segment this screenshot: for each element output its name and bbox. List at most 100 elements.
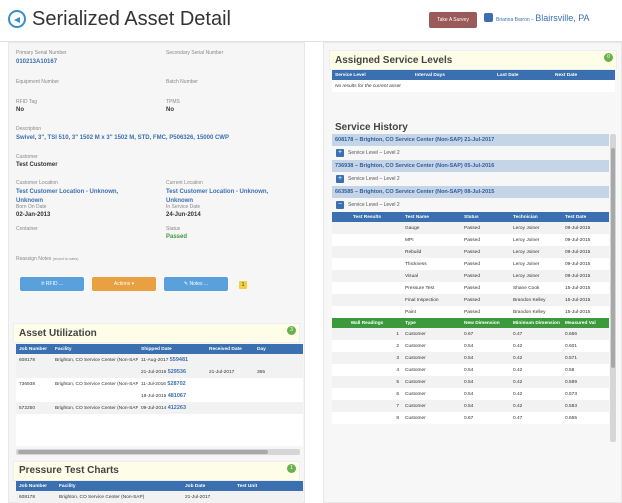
shipment-link[interactable]: 528702 bbox=[167, 381, 185, 387]
col-job-number[interactable]: Job Number bbox=[16, 481, 56, 491]
scrollbar-thumb[interactable] bbox=[18, 450, 268, 454]
cell-measured-value: 0.58 bbox=[562, 364, 609, 376]
cell-facility: Brighton, CO Service Center (Non-SAP) bbox=[52, 402, 138, 414]
in-service-value: 24-Jun-2014 bbox=[166, 212, 201, 218]
table-row: 18-Jul-2015 481067 bbox=[16, 390, 303, 402]
service-level-text: Service Level – Level 2 bbox=[348, 202, 400, 208]
rfid-button[interactable]: ℗ RFID ... bbox=[20, 277, 84, 291]
col-days[interactable]: Day bbox=[254, 344, 303, 354]
col-test-unit[interactable]: Test Unit bbox=[234, 481, 303, 491]
cell-days: 365 bbox=[254, 366, 303, 378]
col-new-dimension[interactable]: New Dimension bbox=[461, 318, 510, 328]
cell-test-name: Final Inspection bbox=[402, 294, 461, 306]
col-facility[interactable]: Facility bbox=[56, 481, 182, 491]
user-menu[interactable]: Brianna Barron – Blairsville, PA bbox=[484, 13, 590, 23]
col-service-level[interactable]: Service Level bbox=[332, 70, 412, 80]
col-received-date[interactable]: Received Date bbox=[206, 344, 254, 354]
secondary-serial-label: Secondary Serial Number bbox=[166, 50, 224, 56]
shipment-link[interactable]: 412263 bbox=[168, 405, 186, 411]
col-interval-days[interactable]: Interval Days bbox=[412, 70, 494, 80]
wall-reading-row: 2 Customer 0.54 0.42 0.601 bbox=[332, 340, 609, 352]
cell-shipped: 11-Aug-2017 559481 bbox=[138, 354, 206, 366]
service-levels-table-wrap: Service Level Interval Days Last Date Ne… bbox=[332, 70, 615, 92]
col-wall-readings[interactable]: Wall Readings bbox=[332, 318, 402, 328]
wall-readings-table: Wall Readings Type New Dimension Minimum… bbox=[332, 318, 609, 424]
cell-test-date: 15-Jul-2015 bbox=[562, 294, 609, 306]
back-arrow-icon[interactable] bbox=[8, 10, 26, 28]
cell-status: Passed bbox=[461, 282, 510, 294]
history-group-header[interactable]: 736938 – Brighton, CO Service Center (No… bbox=[332, 160, 609, 172]
cell-reading-number: 1 bbox=[332, 328, 402, 340]
cell-measured-value: 0.655 bbox=[562, 412, 609, 424]
col-test-name[interactable]: Test Name bbox=[402, 212, 461, 222]
col-minimum-dimension[interactable]: Minimum Dimension bbox=[510, 318, 562, 328]
user-name: Brianna Barron bbox=[496, 17, 530, 23]
test-row: Final Inspection Passed Brandon Kelley 15-J… bbox=[332, 294, 609, 306]
col-facility[interactable]: Facility bbox=[52, 344, 138, 354]
cell-status: Passed bbox=[461, 234, 510, 246]
cell-minimum-dimension: 0.42 bbox=[510, 340, 562, 352]
cell-job bbox=[16, 366, 52, 378]
vertical-scrollbar-thumb[interactable] bbox=[611, 148, 615, 368]
wall-reading-row: 5 Customer 0.54 0.42 0.589 bbox=[332, 376, 609, 388]
col-technician[interactable]: Technician bbox=[510, 212, 562, 222]
history-group-header[interactable]: 663585 – Brighton, CO Service Center (No… bbox=[332, 186, 609, 198]
born-on-label: Born On Date bbox=[16, 204, 47, 210]
cell-test-name: Paint bbox=[402, 306, 461, 318]
cell-reading-number: 6 bbox=[332, 388, 402, 400]
col-test-date[interactable]: Test Date bbox=[562, 212, 609, 222]
cell-shipped: 18-Jul-2015 481067 bbox=[138, 390, 206, 402]
cell-job: 572250 bbox=[16, 402, 52, 414]
primary-serial-value[interactable]: 010213A10167 bbox=[16, 58, 57, 67]
expand-icon[interactable]: + bbox=[336, 149, 344, 157]
status-value: Passed bbox=[166, 234, 188, 240]
cell-new-dimension: 0.54 bbox=[461, 400, 510, 412]
cell-minimum-dimension: 0.42 bbox=[510, 364, 562, 376]
cell-days bbox=[254, 402, 303, 414]
col-shipped-date[interactable]: Shipped Date bbox=[138, 344, 206, 354]
actions-button[interactable]: Actions ▾ bbox=[92, 277, 156, 291]
empty-message: No results for the current asset bbox=[332, 80, 615, 92]
col-job-date[interactable]: Job Date bbox=[182, 481, 234, 491]
shipment-link[interactable]: 529536 bbox=[168, 369, 186, 375]
reassign-notes-hint: (record to notes) bbox=[52, 257, 79, 261]
expand-icon[interactable]: + bbox=[336, 175, 344, 183]
col-status[interactable]: Status bbox=[461, 212, 510, 222]
table-row[interactable]: 608178 Brighton, CO Service Center (Non-S… bbox=[16, 491, 303, 503]
col-job-number[interactable]: Job Number bbox=[16, 344, 52, 354]
take-survey-button[interactable]: Take A Survey bbox=[429, 12, 477, 28]
cell-test-results bbox=[332, 294, 402, 306]
shipped-date: 18-Jul-2015 bbox=[141, 394, 167, 399]
collapse-icon[interactable]: − bbox=[336, 201, 344, 209]
cell-minimum-dimension: 0.42 bbox=[510, 376, 562, 388]
wall-reading-row: 7 Customer 0.54 0.42 0.583 bbox=[332, 400, 609, 412]
shipment-link[interactable]: 559481 bbox=[170, 357, 188, 363]
col-type[interactable]: Type bbox=[402, 318, 461, 328]
test-results-table: Test Results Test Name Status Technician… bbox=[332, 212, 609, 318]
history-service-level[interactable]: − Service Level – Level 2 bbox=[332, 198, 609, 212]
test-row: Visual Passed Leroy Joiner 09-Jul-2015 bbox=[332, 270, 609, 282]
cell-days bbox=[254, 378, 303, 390]
cell-status: Passed bbox=[461, 306, 510, 318]
cell-new-dimension: 0.54 bbox=[461, 376, 510, 388]
cell-days bbox=[254, 354, 303, 366]
cell-status: Passed bbox=[461, 222, 510, 234]
cell-status: Passed bbox=[461, 246, 510, 258]
cell-reading-number: 4 bbox=[332, 364, 402, 376]
shipment-link[interactable]: 481067 bbox=[168, 393, 186, 399]
cell-test-name: Pressure Test bbox=[402, 282, 461, 294]
cell-job: 608178 bbox=[16, 354, 52, 366]
notes-button[interactable]: ✎ Notes ... bbox=[164, 277, 228, 291]
col-last-date[interactable]: Last Date bbox=[494, 70, 552, 80]
col-measured-value[interactable]: Measured Val bbox=[562, 318, 609, 328]
history-group-header[interactable]: 608178 – Brighton, CO Service Center (No… bbox=[332, 134, 609, 146]
batch-number-label: Batch Number bbox=[166, 79, 198, 85]
cell-measured-value: 0.573 bbox=[562, 388, 609, 400]
rfid-tag-value: No bbox=[16, 107, 24, 113]
col-next-date[interactable]: Next Date bbox=[552, 70, 615, 80]
col-test-results[interactable]: Test Results bbox=[332, 212, 402, 222]
notes-button-label: Notes ... bbox=[189, 281, 209, 287]
history-service-level[interactable]: + Service Level – Level 2 bbox=[332, 172, 609, 186]
history-service-level[interactable]: + Service Level – Level 2 bbox=[332, 146, 609, 160]
cell-facility: Brighton, CO Service Center (Non-SAP) bbox=[52, 354, 138, 366]
